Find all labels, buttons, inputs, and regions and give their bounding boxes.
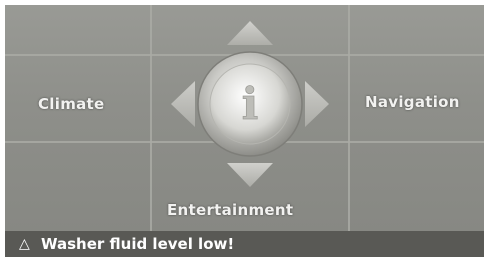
main-menu: Climate Navigation Entertainment i (5, 5, 484, 231)
menu-item-climate[interactable]: Climate (38, 95, 105, 113)
right-arrow-icon[interactable] (305, 81, 329, 127)
warning-triangle-icon: △ (19, 236, 30, 252)
down-arrow-icon[interactable] (227, 163, 273, 187)
grid-divider (348, 5, 350, 231)
status-message: Washer fluid level low! (41, 235, 235, 253)
grid-divider (150, 5, 152, 231)
vehicle-display-screen: Climate Navigation Entertainment i △ Was… (5, 5, 484, 257)
info-icon: i (242, 79, 259, 130)
menu-item-entertainment[interactable]: Entertainment (167, 201, 293, 219)
menu-item-navigation[interactable]: Navigation (365, 93, 460, 111)
controller-knob[interactable]: i (163, 19, 337, 189)
up-arrow-icon[interactable] (227, 21, 273, 45)
status-bar: △ Washer fluid level low! (5, 231, 484, 257)
left-arrow-icon[interactable] (171, 81, 195, 127)
